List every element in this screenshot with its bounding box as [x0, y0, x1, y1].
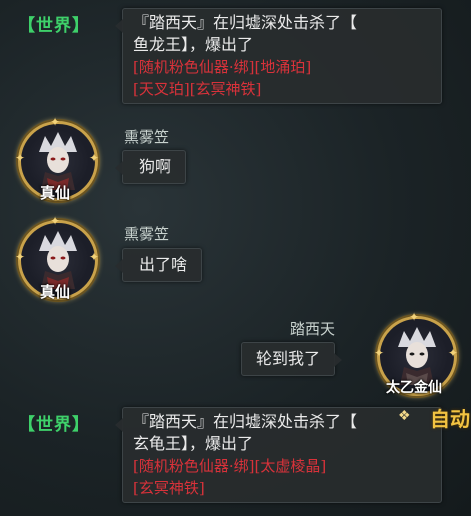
star-icon: ✦	[15, 250, 26, 264]
message-text: 出了啥	[139, 255, 188, 274]
message-line: 玄龟王】，爆出了	[133, 434, 254, 453]
bubble-tail	[115, 19, 123, 33]
item-link[interactable]: [随机粉色仙器·绑][太虚棱晶]	[133, 455, 433, 477]
bubble-tail	[115, 161, 123, 175]
message-line: 『踏西天』在归墟深处击杀了【	[133, 13, 358, 32]
chat-panel[interactable]: 【世界】 『踏西天』在归墟深处击杀了【 鱼龙王】，爆出了 [随机粉色仙器·绑][…	[0, 0, 471, 516]
chat-bubble[interactable]: 出了啥	[115, 248, 203, 282]
bubble-tail	[115, 259, 123, 273]
star-icon: ✦	[89, 151, 100, 165]
world-channel-tag: 【世界】	[18, 16, 90, 36]
sparkle-icon: ❖	[398, 408, 411, 424]
star-icon: ✦	[409, 310, 420, 324]
bubble-tail	[334, 353, 343, 367]
message-line: 鱼龙王】，爆出了	[133, 35, 254, 54]
avatar[interactable]: ✦ ✦ ✦ 真仙	[12, 115, 102, 207]
star-icon: ✦	[374, 346, 385, 360]
rank-label: 真仙	[39, 283, 70, 301]
item-link[interactable]: [随机粉色仙器·绑][地涌珀]	[133, 56, 433, 78]
message-text: 狗啊	[139, 157, 172, 176]
auto-button[interactable]: 自动	[430, 403, 470, 432]
rank-label: 真仙	[39, 184, 70, 202]
sender-name[interactable]: 踏西天	[290, 318, 335, 339]
chat-bubble[interactable]: 狗啊	[115, 150, 187, 184]
sender-name[interactable]: 熏雾笠	[124, 223, 169, 244]
bubble-tail	[115, 418, 123, 432]
system-message-bubble[interactable]: 『踏西天』在归墟深处击杀了【 鱼龙王】，爆出了 [随机粉色仙器·绑][地涌珀] …	[115, 8, 442, 104]
avatar[interactable]: ✦ ✦ ✦ 真仙	[12, 214, 102, 306]
star-icon: ✦	[15, 151, 26, 165]
message-text: 轮到我了	[256, 349, 321, 368]
world-channel-tag: 【世界】	[18, 415, 90, 435]
star-icon: ✦	[50, 115, 61, 129]
rank-label: 太乙金仙	[386, 380, 442, 396]
star-icon: ✦	[89, 250, 100, 264]
message-line: 『踏西天』在归墟深处击杀了【	[133, 412, 358, 431]
system-message-bubble[interactable]: 『踏西天』在归墟深处击杀了【 玄龟王】，爆出了 [随机粉色仙器·绑][太虚棱晶]…	[115, 407, 442, 503]
item-link[interactable]: [玄冥神铁]	[133, 477, 433, 499]
avatar[interactable]: ✦ ✦ ✦ 太乙金仙	[371, 310, 461, 402]
sender-name[interactable]: 熏雾笠	[124, 126, 169, 147]
star-icon: ✦	[448, 346, 459, 360]
star-icon: ✦	[50, 214, 61, 228]
chat-bubble[interactable]: 轮到我了	[241, 342, 343, 376]
item-link[interactable]: [天叉珀][玄冥神铁]	[133, 78, 433, 100]
